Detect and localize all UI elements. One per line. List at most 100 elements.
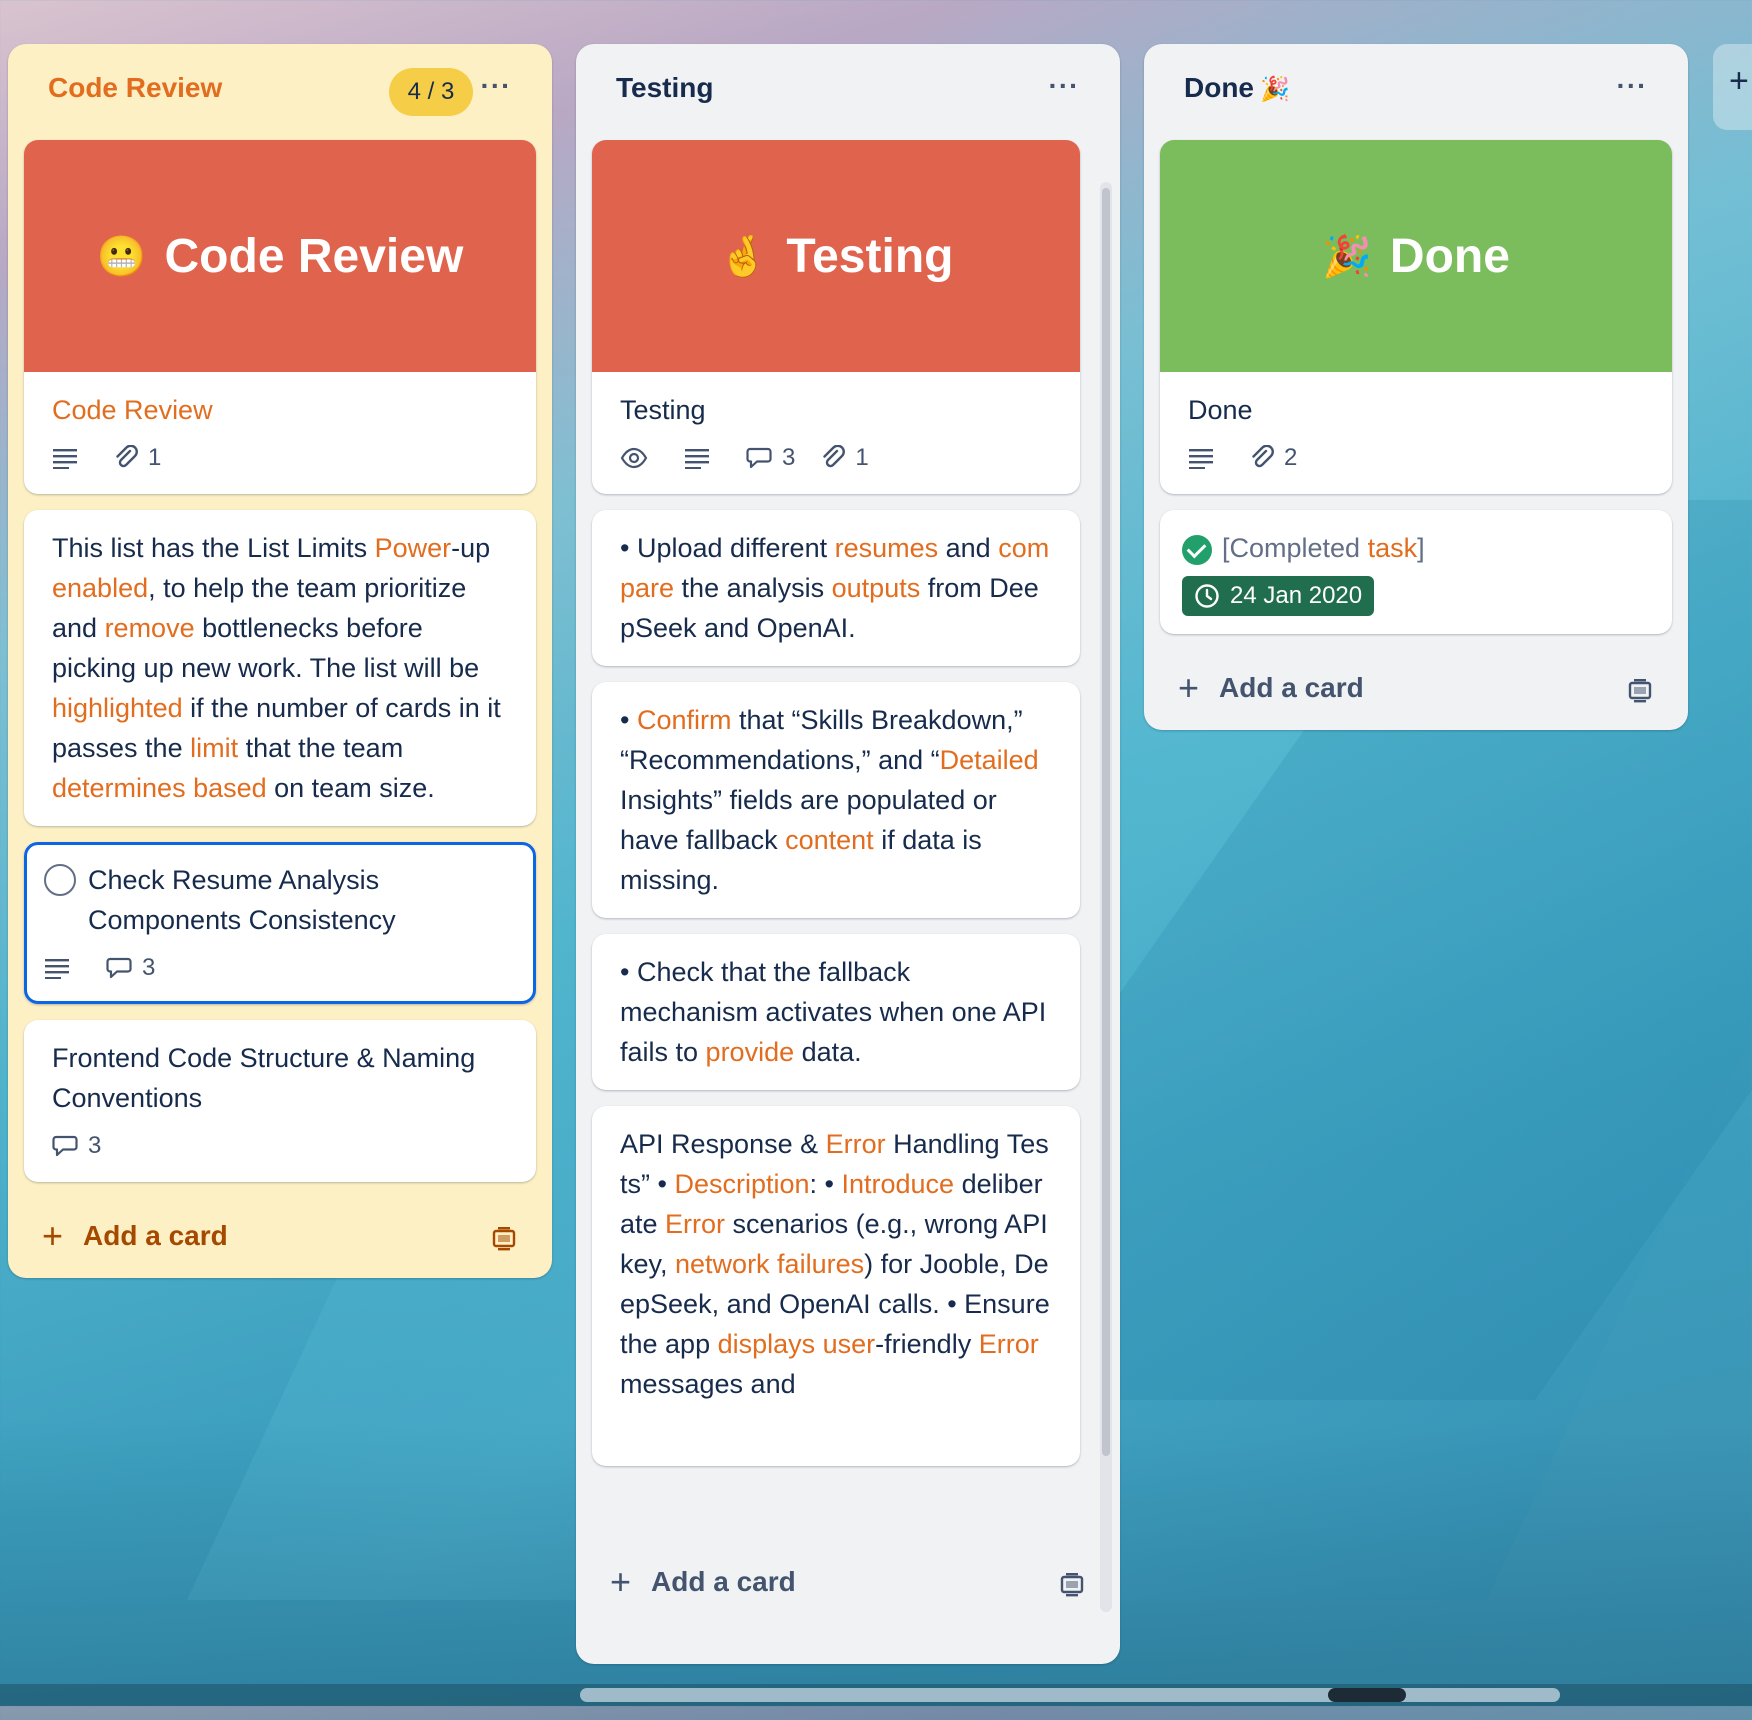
attachment-badge: 1 [114, 444, 161, 472]
crossed-fingers-emoji-icon: 🤞 [718, 234, 769, 279]
comments-badge: 3 [746, 444, 795, 472]
card[interactable]: 🤞 Testing Testing 3 1 [592, 140, 1080, 494]
comments-badge: 3 [52, 1132, 101, 1160]
highlighted-text: Error [825, 1129, 886, 1159]
add-card-label: Add a card [1219, 672, 1364, 703]
comment-icon [746, 447, 772, 469]
list-title[interactable]: Code Review [48, 72, 222, 104]
card[interactable]: API Response & Error Handling Tests” • D… [592, 1106, 1080, 1466]
highlighted-text: Confirm [636, 705, 732, 735]
attachment-count: 2 [1284, 444, 1298, 471]
comment-count: 3 [88, 1132, 102, 1159]
list-header: Done 🎉 ··· [1144, 44, 1688, 140]
card[interactable]: 😬 Code Review Code Review 1 [24, 140, 536, 494]
list-testing: Testing ··· 🤞 Testing Testing 3 1 • Uplo… [576, 44, 1120, 1664]
clock-icon [1195, 584, 1219, 608]
list-title[interactable]: Done 🎉 [1184, 72, 1290, 104]
highlighted-text: Description [674, 1169, 810, 1199]
list-title[interactable]: Testing [616, 72, 713, 104]
description-icon [1188, 447, 1224, 469]
list-more-button[interactable]: ··· [1044, 68, 1084, 108]
card[interactable]: This list has the List Limits Power-up e… [24, 510, 536, 826]
add-card-label: Add a card [651, 1566, 796, 1597]
party-popper-emoji-icon: 🎉 [1322, 234, 1372, 279]
list-done: Done 🎉 ··· 🎉 Done Done 2 [Completed task… [1144, 44, 1688, 730]
card-badges: 2 [1188, 440, 1644, 476]
highlighted-text: resumes [834, 533, 939, 563]
paperclip-icon [1252, 445, 1274, 468]
card-title-text: Check Resume Analysis Components Consist… [88, 865, 396, 935]
card-title-highlight: task [1367, 533, 1418, 563]
list-header: Testing ··· [576, 44, 1120, 140]
add-card-button[interactable]: + Add a card [42, 1218, 228, 1254]
highlighted-text: Detailed [939, 745, 1039, 775]
highlighted-text: content [785, 825, 874, 855]
card-text: the analysis [674, 573, 832, 603]
add-card-label: Add a card [83, 1220, 228, 1251]
card-text: that the team [238, 733, 404, 763]
card-cover: 🤞 Testing [592, 140, 1080, 372]
paperclip-icon [116, 445, 138, 468]
highlighted-text: provide [705, 1037, 795, 1067]
card-text: data. [794, 1037, 862, 1067]
plus-icon: + [1729, 62, 1749, 100]
card-cover-title: Testing [786, 229, 954, 283]
card-template-icon[interactable] [1058, 1570, 1086, 1598]
watching-icon [620, 447, 658, 469]
due-date-text: 24 Jan 2020 [1230, 582, 1363, 609]
add-list-button[interactable]: + [1713, 44, 1752, 130]
list-scrollbar[interactable] [1100, 182, 1112, 1612]
card-title: Done [1188, 395, 1253, 425]
paperclip-icon [823, 445, 846, 468]
comment-icon [106, 957, 132, 979]
highlighted-text: enabled [52, 573, 149, 603]
comment-count: 3 [782, 444, 796, 471]
card-badges: 3 1 [620, 440, 1052, 476]
comment-count: 3 [142, 954, 156, 981]
list-title-text: Done [1184, 72, 1254, 103]
card[interactable]: • Check that the fallback mechanism acti… [592, 934, 1080, 1090]
card-text: : • [809, 1169, 842, 1199]
card-text: -up [451, 533, 491, 563]
list-more-button[interactable]: ··· [1612, 68, 1652, 108]
card-cover: 😬 Code Review [24, 140, 536, 372]
card-title: Frontend Code Structure & Naming Convent… [52, 1043, 476, 1113]
card-cover-title: Code Review [164, 229, 464, 283]
board-horizontal-scrollbar[interactable] [0, 1684, 1752, 1706]
add-card-button[interactable]: + Add a card [610, 1564, 796, 1600]
due-date-badge[interactable]: 24 Jan 2020 [1182, 576, 1375, 616]
attachment-count: 1 [148, 444, 162, 471]
card-text: API Response & [620, 1129, 826, 1159]
card[interactable]: • Confirm that “Skills Breakdown,” “Reco… [592, 682, 1080, 918]
highlighted-text: Error [665, 1209, 726, 1239]
card-text: • Upload different [620, 533, 835, 563]
complete-checkbox-icon[interactable] [44, 864, 76, 896]
card-text: • [620, 705, 637, 735]
card[interactable]: Frontend Code Structure & Naming Convent… [24, 1020, 536, 1182]
highlighted-text: remove [104, 613, 195, 643]
card-title: This list has the List Limits Power-up e… [52, 528, 508, 808]
card-cover: 🎉 Done [1160, 140, 1672, 372]
list-header: Code Review 4 / 3 ··· [8, 44, 552, 140]
card[interactable]: [Completed task] 24 Jan 2020 [1160, 510, 1672, 634]
attachment-badge: 2 [1250, 444, 1297, 472]
card-template-icon[interactable] [490, 1224, 518, 1252]
description-icon [684, 447, 720, 469]
grimace-emoji-icon: 😬 [96, 234, 147, 279]
card[interactable]: • Upload different resumes and compare t… [592, 510, 1080, 666]
board-scrollbar-thumb[interactable] [580, 1688, 1560, 1702]
card[interactable]: 🎉 Done Done 2 [1160, 140, 1672, 494]
completed-check-icon[interactable] [1182, 534, 1212, 565]
attachment-count: 1 [855, 444, 869, 471]
description-icon [52, 447, 88, 469]
highlighted-text: highlighted [52, 693, 183, 723]
highlighted-text: determines based [52, 773, 267, 803]
add-card-button[interactable]: + Add a card [1178, 670, 1364, 706]
card-title: API Response & Error Handling Tests” • D… [620, 1124, 1052, 1404]
list-scrollbar-thumb[interactable] [1102, 188, 1110, 1456]
card-selected[interactable]: Check Resume Analysis Components Consist… [24, 842, 536, 1004]
list-more-button[interactable]: ··· [476, 68, 516, 108]
card-template-icon[interactable] [1626, 676, 1654, 704]
highlighted-text: outputs [831, 573, 921, 603]
card-badges: 3 [44, 950, 508, 986]
